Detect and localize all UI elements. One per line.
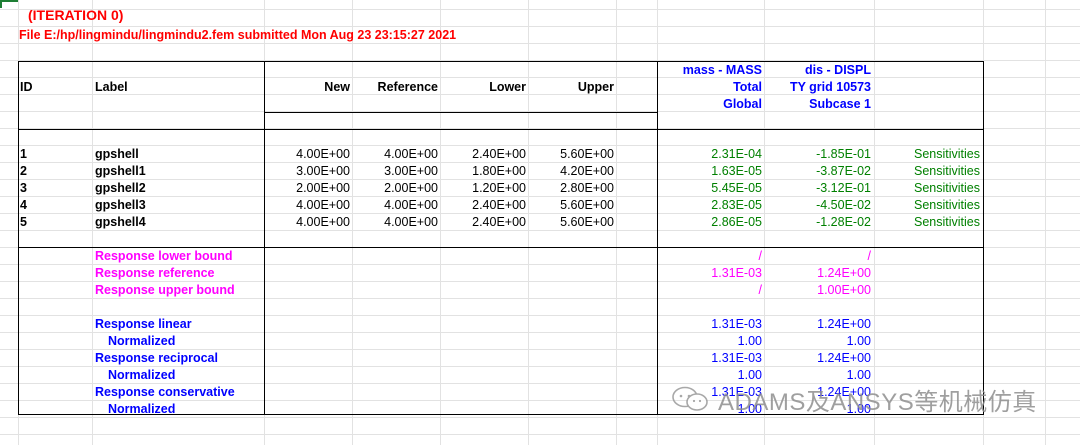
row-label[interactable]: gpshell4 (95, 214, 146, 231)
response-label[interactable]: Normalized (108, 367, 175, 384)
row-note[interactable]: Sensitivities (876, 197, 980, 214)
grid-column-line (1045, 0, 1046, 445)
col-header-mass-name[interactable]: mass - MASS (658, 62, 762, 79)
row-id[interactable]: 2 (20, 163, 27, 180)
response-mass-value[interactable]: / (658, 248, 762, 265)
row-label[interactable]: gpshell1 (95, 163, 146, 180)
response-mass-value[interactable]: / (658, 282, 762, 299)
row-note[interactable]: Sensitivities (876, 214, 980, 231)
table-border-line (18, 129, 984, 130)
row-lower[interactable]: 2.40E+00 (440, 146, 526, 163)
row-upper[interactable]: 5.60E+00 (528, 214, 614, 231)
response-label[interactable]: Response reference (95, 265, 215, 282)
row-label[interactable]: gpshell2 (95, 180, 146, 197)
table-border-line (264, 61, 265, 414)
watermark-text: ADAMS及ANSYS等机械仿真 (718, 388, 1037, 416)
col-header-mass-scope[interactable]: Global (658, 96, 762, 113)
response-mass-value[interactable]: 1.31E-03 (658, 265, 762, 282)
row-upper[interactable]: 2.80E+00 (528, 180, 614, 197)
row-lower[interactable]: 2.40E+00 (440, 214, 526, 231)
row-mass-sensitivity[interactable]: 2.83E-05 (658, 197, 762, 214)
row-mass-sensitivity[interactable]: 2.31E-04 (658, 146, 762, 163)
col-header-id[interactable]: ID (20, 79, 33, 96)
row-note[interactable]: Sensitivities (876, 163, 980, 180)
row-mass-sensitivity[interactable]: 1.63E-05 (658, 163, 762, 180)
row-mass-sensitivity[interactable]: 5.45E-05 (658, 180, 762, 197)
response-disp-value[interactable]: 1.24E+00 (765, 350, 871, 367)
grid-column-line (92, 0, 93, 445)
file-info-line: File E:/hp/lingmindu/lingmindu2.fem subm… (19, 28, 457, 42)
row-new[interactable]: 4.00E+00 (265, 214, 350, 231)
row-new[interactable]: 2.00E+00 (265, 180, 350, 197)
row-lower[interactable]: 1.20E+00 (440, 180, 526, 197)
row-id[interactable]: 3 (20, 180, 27, 197)
col-header-label[interactable]: Label (95, 79, 128, 96)
row-note[interactable]: Sensitivities (876, 180, 980, 197)
col-header-disp-scope[interactable]: Subcase 1 (765, 96, 871, 113)
response-mass-value[interactable]: 1.00 (658, 333, 762, 350)
col-header-disp-type[interactable]: TY grid 10573 (765, 79, 871, 96)
row-reference[interactable]: 4.00E+00 (352, 146, 438, 163)
col-header-new[interactable]: New (265, 79, 350, 96)
row-reference[interactable]: 4.00E+00 (352, 197, 438, 214)
row-disp-sensitivity[interactable]: -3.87E-02 (765, 163, 871, 180)
col-header-lower[interactable]: Lower (440, 79, 526, 96)
response-label[interactable]: Normalized (108, 333, 175, 350)
row-upper[interactable]: 4.20E+00 (528, 163, 614, 180)
grid-row-line (0, 434, 1080, 435)
response-mass-value[interactable]: 1.31E-03 (658, 316, 762, 333)
row-upper[interactable]: 5.60E+00 (528, 146, 614, 163)
response-disp-value[interactable]: / (765, 248, 871, 265)
wechat-icon (672, 386, 708, 411)
iteration-title: (ITERATION 0) (28, 7, 124, 23)
row-id[interactable]: 1 (20, 146, 27, 163)
response-label[interactable]: Response lower bound (95, 248, 233, 265)
spreadsheet-grid[interactable]: (ITERATION 0) File E:/hp/lingmindu/lingm… (0, 0, 1080, 445)
table-border-line (264, 112, 657, 113)
active-cell-marker (0, 0, 18, 8)
response-label[interactable]: Normalized (108, 401, 175, 418)
col-header-mass-type[interactable]: Total (658, 79, 762, 96)
col-header-upper[interactable]: Upper (528, 79, 614, 96)
watermark: ADAMS及ANSYS等机械仿真 (670, 383, 1037, 416)
table-border-line (18, 61, 19, 414)
row-reference[interactable]: 2.00E+00 (352, 180, 438, 197)
row-id[interactable]: 5 (20, 214, 27, 231)
grid-row-line (0, 9, 1080, 10)
table-border-line (983, 61, 984, 414)
grid-column-line (616, 0, 617, 445)
response-disp-value[interactable]: 1.00 (765, 333, 871, 350)
response-label[interactable]: Response conservative (95, 384, 235, 401)
response-disp-value[interactable]: 1.24E+00 (765, 316, 871, 333)
col-header-disp-name[interactable]: dis - DISPL (765, 62, 871, 79)
response-label[interactable]: Response upper bound (95, 282, 235, 299)
response-mass-value[interactable]: 1.31E-03 (658, 350, 762, 367)
response-label[interactable]: Response linear (95, 316, 192, 333)
row-reference[interactable]: 3.00E+00 (352, 163, 438, 180)
grid-column-line (874, 0, 875, 445)
row-reference[interactable]: 4.00E+00 (352, 214, 438, 231)
row-mass-sensitivity[interactable]: 2.86E-05 (658, 214, 762, 231)
row-lower[interactable]: 2.40E+00 (440, 197, 526, 214)
response-disp-value[interactable]: 1.00E+00 (765, 282, 871, 299)
row-new[interactable]: 3.00E+00 (265, 163, 350, 180)
row-id[interactable]: 4 (20, 197, 27, 214)
row-new[interactable]: 4.00E+00 (265, 197, 350, 214)
row-label[interactable]: gpshell3 (95, 197, 146, 214)
row-disp-sensitivity[interactable]: -1.85E-01 (765, 146, 871, 163)
row-lower[interactable]: 1.80E+00 (440, 163, 526, 180)
row-label[interactable]: gpshell (95, 146, 139, 163)
row-disp-sensitivity[interactable]: -1.28E-02 (765, 214, 871, 231)
row-disp-sensitivity[interactable]: -3.12E-01 (765, 180, 871, 197)
col-header-reference[interactable]: Reference (352, 79, 438, 96)
grid-row-line (0, 77, 1080, 78)
row-disp-sensitivity[interactable]: -4.50E-02 (765, 197, 871, 214)
response-label[interactable]: Response reciprocal (95, 350, 218, 367)
row-note[interactable]: Sensitivities (876, 146, 980, 163)
response-disp-value[interactable]: 1.24E+00 (765, 265, 871, 282)
row-upper[interactable]: 5.60E+00 (528, 197, 614, 214)
row-new[interactable]: 4.00E+00 (265, 146, 350, 163)
